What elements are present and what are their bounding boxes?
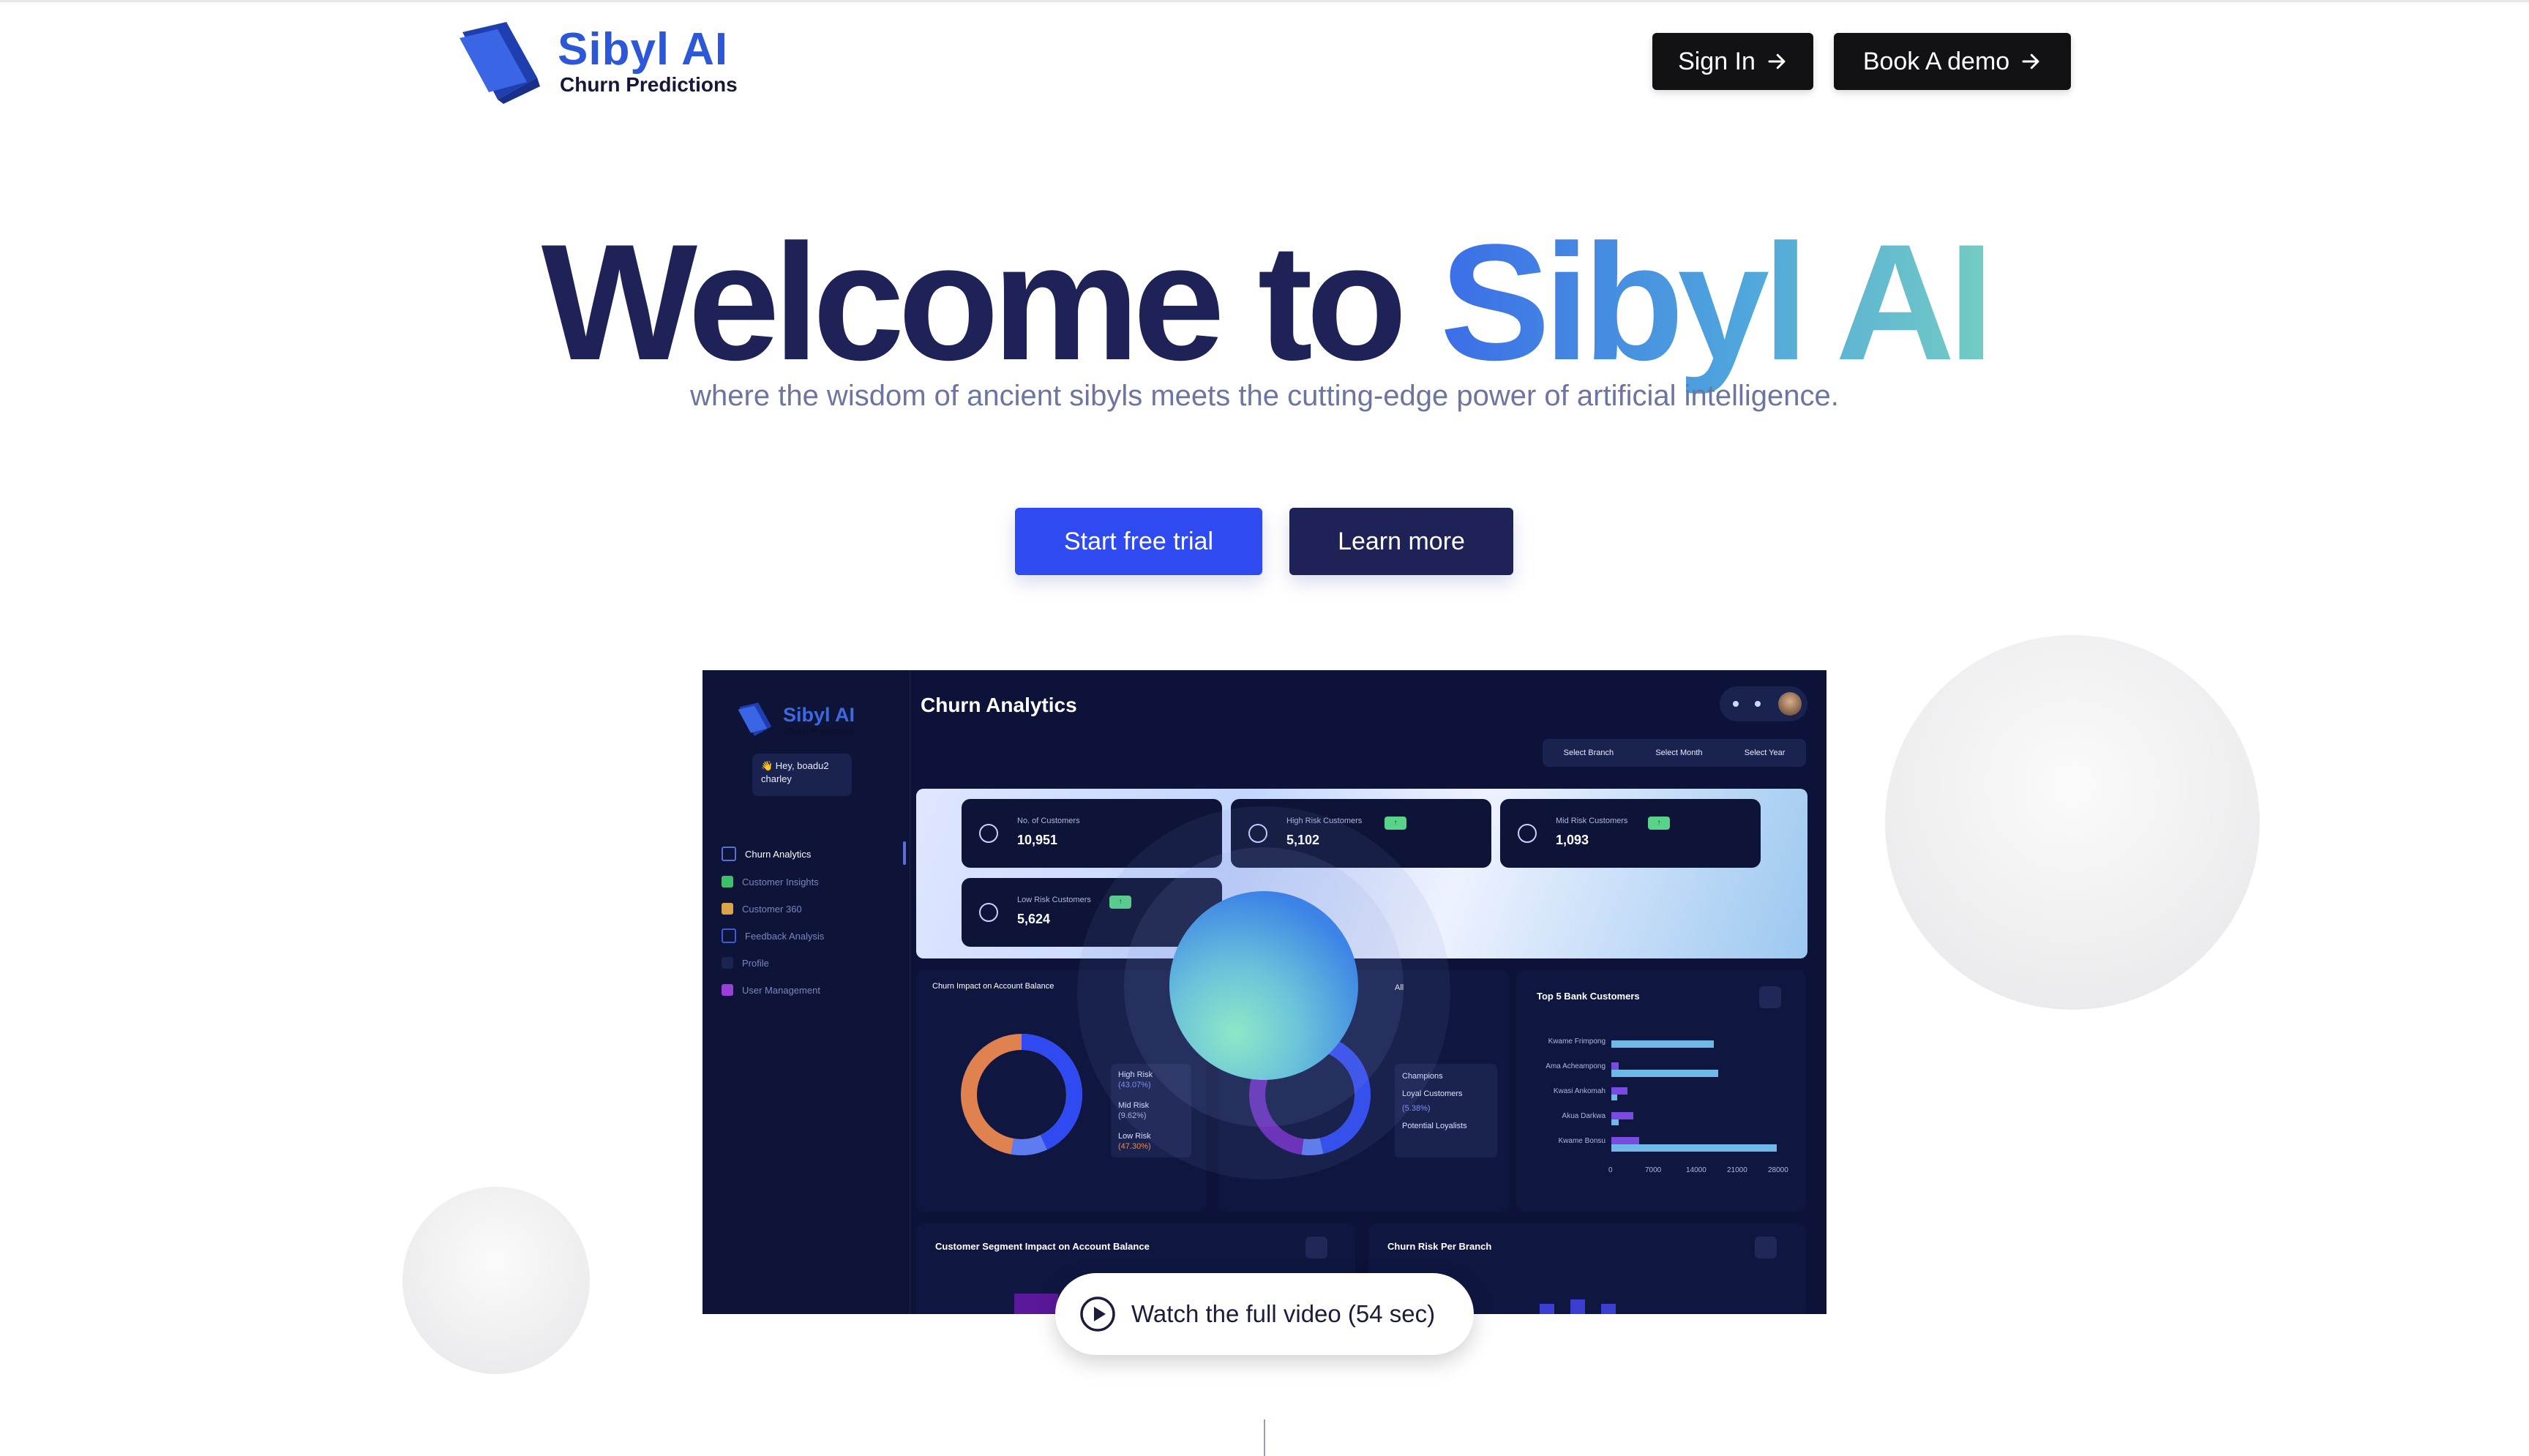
bar-balance — [1611, 1095, 1617, 1100]
insights-icon — [722, 876, 733, 888]
bar-transactions — [1611, 1062, 1619, 1070]
chart-icon[interactable] — [1759, 986, 1781, 1008]
users-icon — [722, 903, 733, 915]
user-greeting: 👋 Hey, boadu2 charley — [752, 754, 852, 796]
bar-transactions — [1611, 1087, 1627, 1095]
feedback-icon — [722, 928, 736, 943]
nav-user-management[interactable]: User Management — [722, 980, 897, 999]
bar-balance — [1611, 1040, 1714, 1048]
link-icon[interactable] — [1733, 701, 1739, 707]
decorative-sphere — [1169, 891, 1358, 1080]
active-nav-indicator — [903, 841, 906, 865]
logo-mark-icon — [738, 702, 772, 736]
sign-in-label: Sign In — [1678, 47, 1756, 75]
nav-profile[interactable]: Profile — [722, 953, 897, 972]
top-border — [0, 0, 2529, 2]
nav-customer-360[interactable]: Customer 360 — [722, 899, 897, 918]
theme-icon[interactable] — [1755, 701, 1761, 707]
bar-transactions — [1611, 1112, 1633, 1119]
scroll-indicator-line — [1264, 1419, 1265, 1456]
watch-video-button[interactable]: Watch the full video (54 sec) — [1055, 1273, 1474, 1355]
branch-bar — [1540, 1304, 1554, 1314]
start-free-trial-button[interactable]: Start free trial — [1015, 508, 1262, 575]
user-management-icon — [722, 984, 733, 996]
branch-bar — [1570, 1299, 1585, 1314]
chart-icon[interactable] — [1755, 1237, 1777, 1258]
hero-subtitle: where the wisdom of ancient sibyls meets… — [690, 380, 1839, 412]
nav-customer-insights[interactable]: Customer Insights — [722, 872, 897, 891]
trend-up-icon: ↑ — [1385, 817, 1406, 830]
sign-in-button[interactable]: Sign In — [1652, 33, 1813, 90]
watch-video-label: Watch the full video (54 sec) — [1131, 1300, 1436, 1327]
avatar[interactable] — [1778, 692, 1802, 716]
brand-tagline: Churn Predictions — [560, 73, 738, 96]
bar-balance — [1611, 1119, 1619, 1125]
book-demo-button[interactable]: Book A demo — [1834, 33, 2071, 90]
brand-name: Sibyl AI — [558, 24, 729, 75]
nav-feedback-analysis[interactable]: Feedback Analysis — [722, 926, 897, 945]
bar-balance — [1611, 1144, 1777, 1152]
dashboard-filters: Select Branch Select Month Select Year — [1543, 739, 1806, 767]
user-icon — [1518, 824, 1537, 843]
bar-balance — [1611, 1070, 1718, 1077]
arrow-right-icon — [2022, 53, 2039, 70]
user-icon — [979, 903, 998, 922]
balance-donut-chart — [961, 1034, 1082, 1155]
hero-title-main: Welcome to — [541, 209, 1440, 394]
decorative-circle-right — [1885, 635, 2260, 1010]
decorative-circle-left — [402, 1187, 590, 1374]
nav-churn-analytics[interactable]: Churn Analytics — [722, 844, 897, 863]
stat-card-mid-risk: Mid Risk Customers 1,093 ↑ — [1500, 799, 1761, 868]
dashboard-brand: Sibyl AI — [783, 704, 855, 726]
dashboard-toolbar[interactable] — [1720, 686, 1807, 721]
select-year[interactable]: Select Year — [1745, 748, 1786, 757]
profile-icon — [722, 957, 733, 969]
hero-title-accent: Sibyl AI — [1439, 209, 1994, 394]
select-branch[interactable]: Select Branch — [1564, 748, 1614, 757]
bar-transactions — [1611, 1137, 1639, 1144]
dashboard-sidebar: Sibyl AI Churn Predictions 👋 Hey, boadu2… — [702, 670, 910, 1314]
arrow-right-icon — [1768, 53, 1786, 70]
segment-bar — [1014, 1294, 1058, 1314]
learn-more-button[interactable]: Learn more — [1289, 508, 1513, 575]
book-demo-label: Book A demo — [1862, 47, 2010, 75]
hero-title: Welcome to Sibyl AI — [0, 219, 2529, 385]
trend-up-icon: ↑ — [1648, 817, 1670, 830]
chart-icon[interactable] — [1305, 1237, 1327, 1258]
dashboard-tagline: Churn Predictions — [784, 727, 855, 736]
dashboard-title: Churn Analytics — [921, 694, 1077, 716]
branch-bar — [1601, 1304, 1616, 1314]
select-month[interactable]: Select Month — [1655, 748, 1702, 757]
logo-mark-icon — [460, 22, 540, 104]
trend-icon — [722, 847, 736, 861]
top-customers-panel: Top 5 Bank Customers Kwame Frimpong Ama … — [1516, 970, 1806, 1212]
customers-icon — [979, 824, 998, 843]
play-icon — [1080, 1296, 1115, 1332]
brand-logo[interactable]: Sibyl AI Churn Predictions — [455, 19, 763, 105]
